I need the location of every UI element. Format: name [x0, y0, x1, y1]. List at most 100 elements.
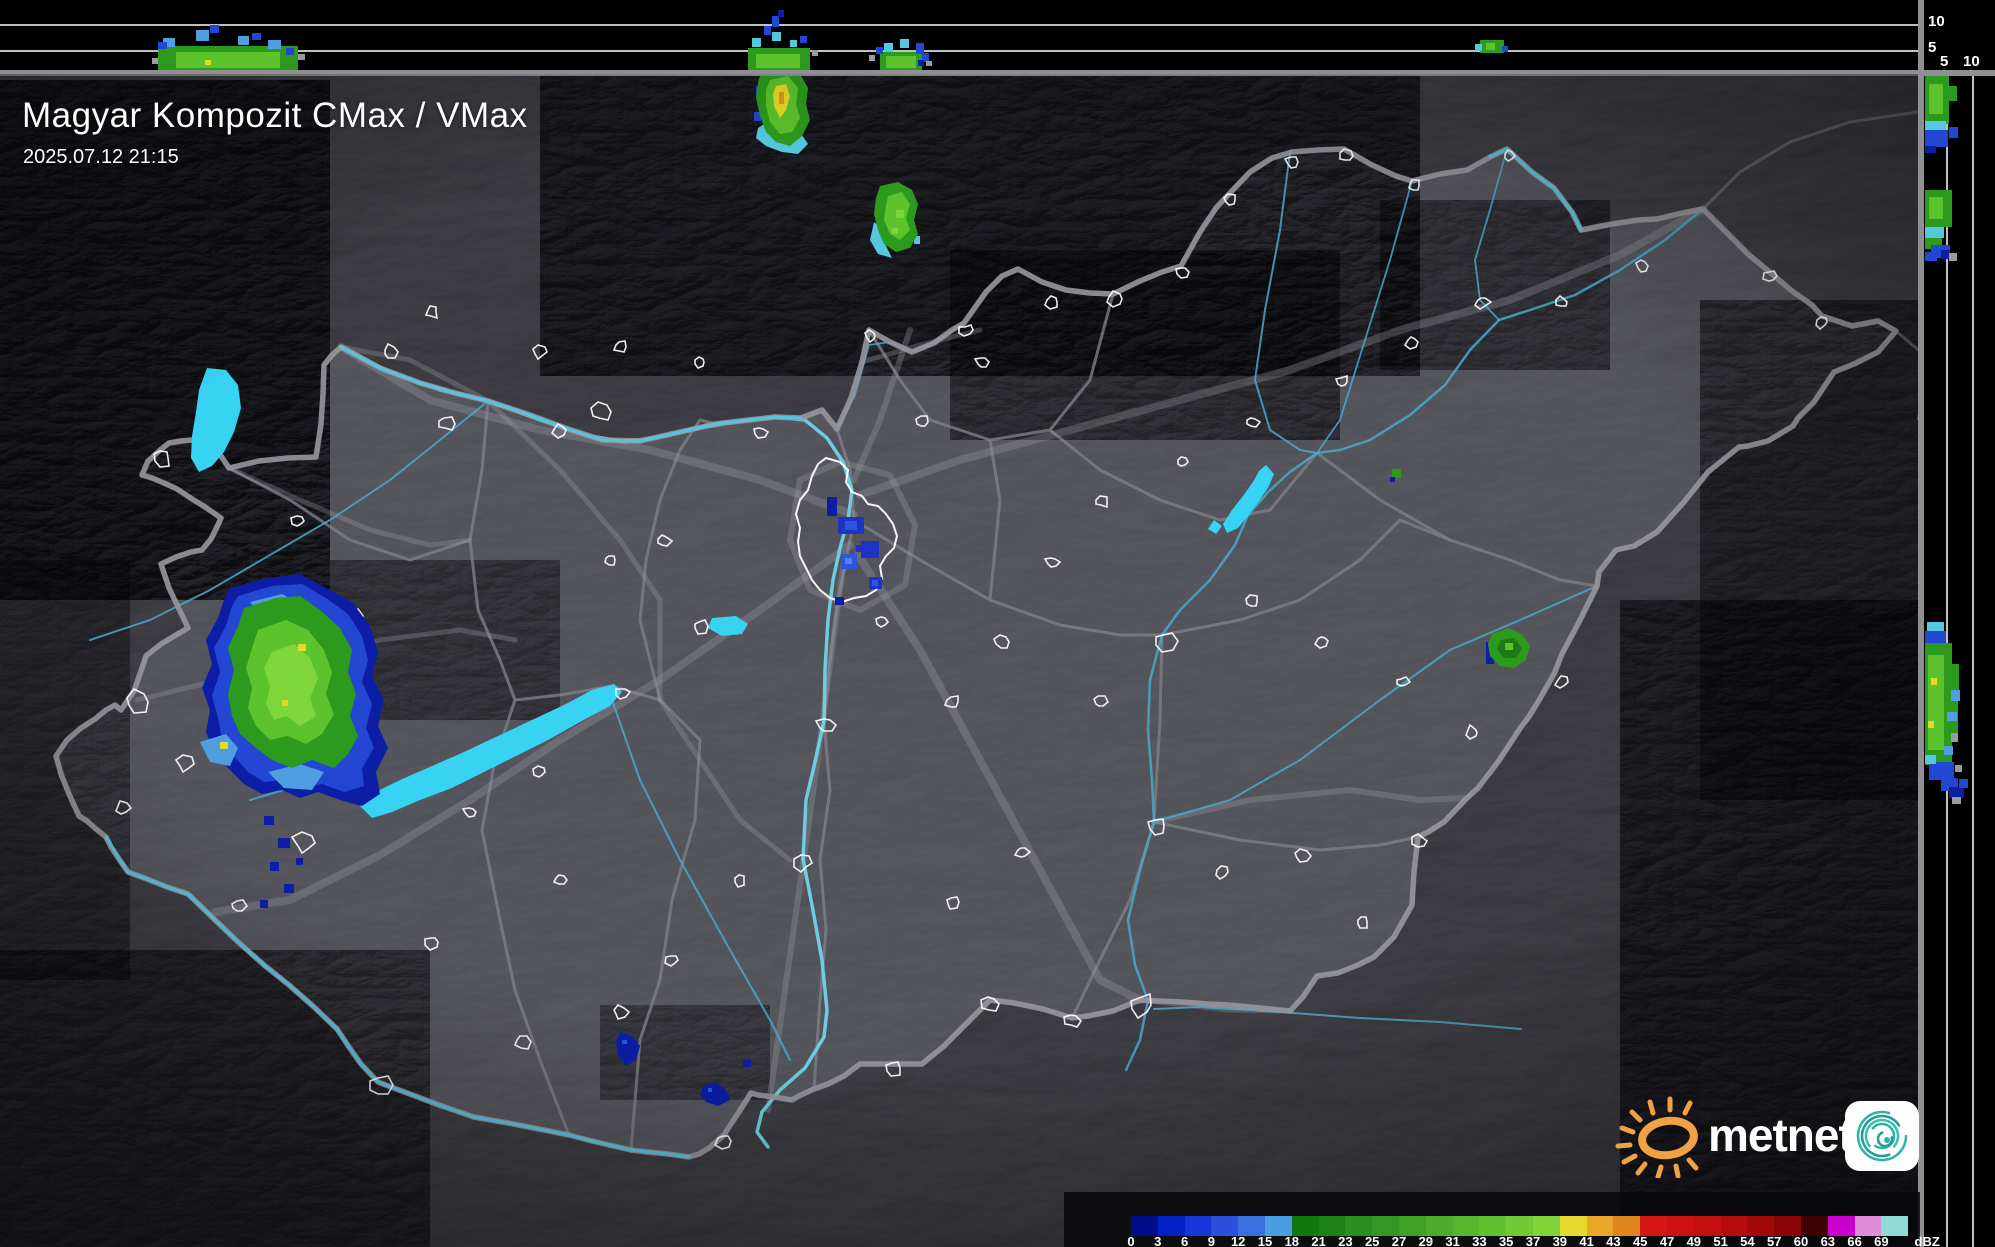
profile-echo: [252, 33, 261, 40]
dbz-scale-tick: 43: [1606, 1234, 1621, 1247]
dbz-scale-cell: [1238, 1216, 1265, 1236]
radar-echo-pixel: [845, 558, 852, 564]
profile-echo: [1949, 127, 1958, 138]
profile-echo: [196, 30, 209, 41]
profile-echo: [790, 40, 797, 47]
profile-echo: [158, 42, 167, 49]
dbz-scale-tick: 63: [1820, 1234, 1836, 1247]
radar-echo-pixel: [278, 838, 290, 848]
radar-echo-pixel: [835, 597, 844, 605]
profile-echo: [1952, 797, 1961, 804]
dbz-scale-tick: 60: [1793, 1234, 1809, 1247]
metnet-logo: metnet: [1612, 1094, 1932, 1178]
profile-echo: [1951, 733, 1958, 742]
profile-echo: [1947, 712, 1957, 721]
radar-echo-pixel: [270, 862, 279, 871]
profile-echo: [298, 54, 305, 60]
dbz-scale-tick: 25: [1364, 1234, 1380, 1247]
dbz-scale-tick: 23: [1338, 1234, 1353, 1247]
radar-echo-pixel: [896, 210, 904, 218]
dbz-scale-tick: 21: [1311, 1234, 1326, 1247]
dbz-scale-tick: 37: [1525, 1234, 1541, 1247]
profile-echo: [1925, 252, 1937, 261]
dbz-scale-cell: [1720, 1216, 1748, 1236]
radar-echo-pixel: [872, 580, 878, 586]
dbz-scale-tick: 3: [1154, 1234, 1162, 1247]
dbz-scale-tick: 9: [1207, 1234, 1215, 1247]
profile-echo: [176, 52, 280, 68]
metnet-app-icon: [1845, 1101, 1919, 1171]
profile-echo: [1959, 779, 1968, 788]
profile-echo: [1929, 84, 1943, 114]
profile-echo: [800, 36, 807, 43]
profile-echo: [1486, 43, 1495, 50]
right-profile-axis-10km: 10: [1963, 53, 1980, 70]
dbz-scale-tick: 39: [1552, 1234, 1568, 1247]
dbz-colorbar: 0 3 6 9 12 15 18 21 23 25 27 29 31 33 35 37 39 41 43 45 47 49…: [1064, 1192, 1940, 1247]
dbz-scale-cell: [1693, 1216, 1721, 1236]
radar-app-window: Magyar Kompozit CMax / VMax 2025.07.12 2…: [0, 0, 1995, 1247]
dbz-scale-cell: [1157, 1216, 1185, 1236]
right-profile-axis-5km: 5: [1940, 53, 1949, 70]
profile-echo: [1944, 746, 1953, 755]
dbz-scale-cell: [1586, 1216, 1614, 1236]
profile-echo: [886, 56, 916, 68]
profile-echo: [869, 55, 875, 61]
dbz-scale-tick: 54: [1740, 1234, 1755, 1247]
dbz-scale-tick: 18: [1284, 1234, 1300, 1247]
profile-echo: [286, 48, 294, 55]
dbz-scale-cell: [1827, 1216, 1855, 1236]
dbz-scale-tick: 49: [1686, 1234, 1702, 1247]
radar-echo-pixel: [1392, 469, 1401, 478]
dbz-scale-cell: [1801, 1216, 1828, 1236]
profile-echo: [772, 16, 779, 27]
profile-echo: [1502, 46, 1508, 52]
dbz-scale-cell: [1854, 1216, 1882, 1236]
profile-echo: [268, 40, 281, 49]
profile-echo: [1949, 86, 1957, 101]
dbz-scale-tick: 45: [1632, 1234, 1648, 1247]
dbz-scale-cell: [1667, 1216, 1694, 1236]
dbz-scale-cell: [1559, 1216, 1587, 1236]
radar-map: [0, 0, 1995, 1247]
radar-echo-pixel: [264, 816, 274, 825]
profile-echo: [918, 60, 924, 66]
radar-echo-pixel: [220, 742, 228, 749]
dbz-scale-cell: [1881, 1216, 1909, 1236]
profile-echo: [238, 36, 249, 45]
dbz-scale-cell: [1399, 1216, 1426, 1236]
profile-echo: [778, 10, 784, 17]
dbz-scale-cell: [1265, 1216, 1292, 1236]
dbz-scale-tick: 41: [1579, 1234, 1594, 1247]
dbz-scale-tick: 69: [1874, 1234, 1889, 1247]
profile-echo: [1925, 121, 1946, 131]
dbz-scale-tick: 12: [1230, 1234, 1246, 1247]
dbz-scale-cell: [1184, 1216, 1212, 1236]
radar-echo-pixel: [892, 228, 898, 234]
profile-echo: [1949, 787, 1964, 798]
dbz-scale-cell: [1640, 1216, 1667, 1236]
profile-echo: [756, 54, 800, 68]
radar-echo-pixel: [298, 644, 306, 651]
dbz-scale-cell: [1425, 1216, 1453, 1236]
dbz-scale-cell: [1774, 1216, 1801, 1236]
dbz-scale-cell: [1131, 1216, 1158, 1236]
top-profile-axis-10km: 10: [1928, 13, 1945, 30]
dbz-scale-cell: [1506, 1216, 1533, 1236]
radar-echo-pixel: [779, 92, 784, 104]
radar-echo-pixel: [856, 545, 870, 552]
dbz-scale-cell: [1211, 1216, 1239, 1236]
radar-echo-pixel: [284, 884, 294, 893]
strip-divider-horizontal: [0, 70, 1995, 76]
dbz-scale-tick: 47: [1659, 1234, 1675, 1247]
radar-echo-pixel: [827, 497, 837, 516]
profile-echo: [1928, 655, 1944, 750]
dbz-scale-tick: 33: [1472, 1234, 1487, 1247]
radar-echo-pixel: [1390, 477, 1395, 482]
profile-echo: [764, 26, 771, 35]
radar-echo-pixel: [708, 1088, 712, 1092]
profile-echo: [1925, 755, 1936, 764]
profile-echo: [772, 32, 781, 41]
profile-echo: [876, 47, 883, 54]
dbz-scale-cell: [1747, 1216, 1775, 1236]
